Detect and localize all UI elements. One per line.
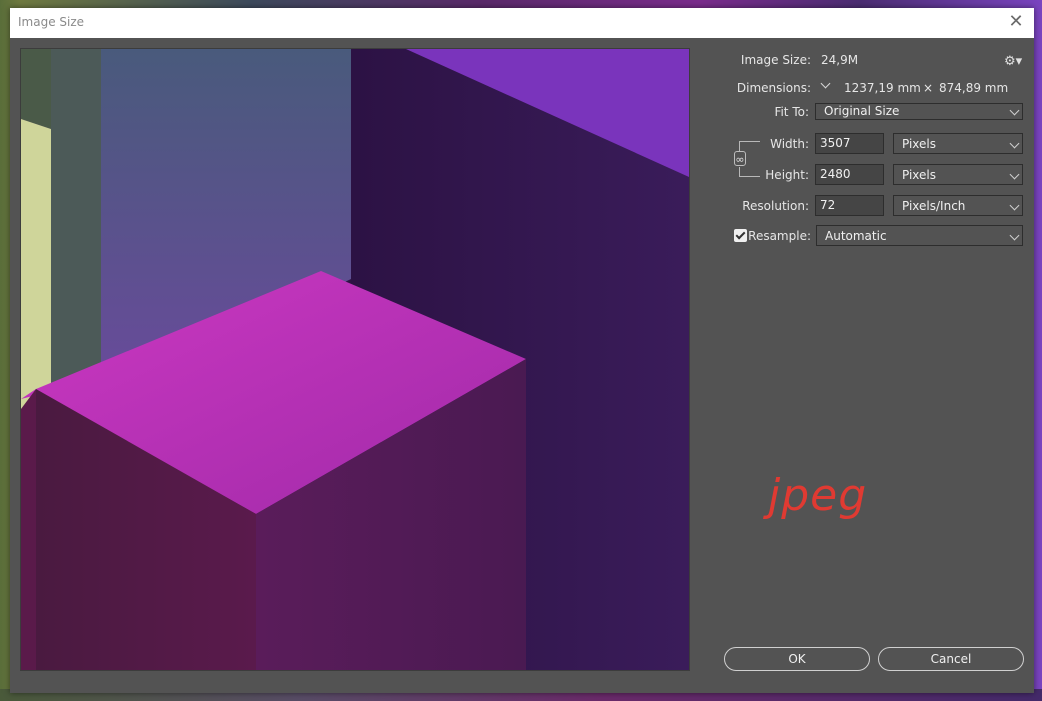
resample-value: Automatic: [825, 229, 887, 243]
preview-artwork: [21, 49, 689, 670]
width-label: Width:: [770, 137, 809, 151]
chevron-down-icon: [1009, 105, 1020, 116]
ok-button[interactable]: OK: [724, 647, 870, 671]
resample-select[interactable]: Automatic: [816, 225, 1023, 246]
resolution-label: Resolution:: [742, 199, 809, 213]
chevron-down-icon: [1009, 138, 1020, 149]
dimensions-height: 874,89 mm: [939, 81, 1009, 95]
image-size-label: Image Size:: [740, 53, 811, 67]
dimensions-separator: ×: [923, 81, 934, 95]
dimensions-dropdown-icon[interactable]: [820, 81, 832, 93]
chevron-down-icon: [1009, 169, 1020, 180]
resample-label: Resample:: [748, 229, 811, 243]
gear-icon[interactable]: ⚙▾: [1004, 54, 1022, 69]
jpeg-watermark: jpeg: [768, 470, 868, 521]
dialog-title: Image Size: [18, 15, 85, 29]
close-icon[interactable]: ✕: [1006, 12, 1026, 32]
height-unit-value: Pixels: [902, 168, 937, 182]
width-unit-value: Pixels: [902, 137, 937, 151]
fit-to-select[interactable]: Original Size: [815, 103, 1023, 120]
height-input[interactable]: 2480: [815, 164, 884, 185]
fit-to-label: Fit To:: [774, 105, 809, 119]
image-size-dialog: Image Size ✕ Image Size: 24,9M ⚙▾ Dimens…: [10, 8, 1034, 693]
dimensions-width: 1237,19 mm: [844, 81, 921, 95]
chevron-down-icon: [1009, 200, 1020, 211]
image-size-value: 24,9M: [821, 53, 859, 67]
height-unit-select[interactable]: Pixels: [893, 164, 1023, 185]
height-label: Height:: [765, 168, 809, 182]
resolution-input[interactable]: 72: [815, 195, 884, 216]
chevron-down-icon: [1009, 230, 1020, 241]
resolution-unit-value: Pixels/Inch: [902, 199, 966, 213]
dimensions-label: Dimensions:: [736, 81, 811, 95]
title-bar: Image Size ✕: [10, 8, 1034, 38]
width-unit-select[interactable]: Pixels: [893, 133, 1023, 154]
image-preview[interactable]: [20, 48, 690, 671]
chain-link-icon[interactable]: ∞: [734, 151, 746, 166]
width-input[interactable]: 3507: [815, 133, 884, 154]
fit-to-value: Original Size: [824, 104, 900, 118]
resolution-unit-select[interactable]: Pixels/Inch: [893, 195, 1023, 216]
cancel-button[interactable]: Cancel: [878, 647, 1024, 671]
